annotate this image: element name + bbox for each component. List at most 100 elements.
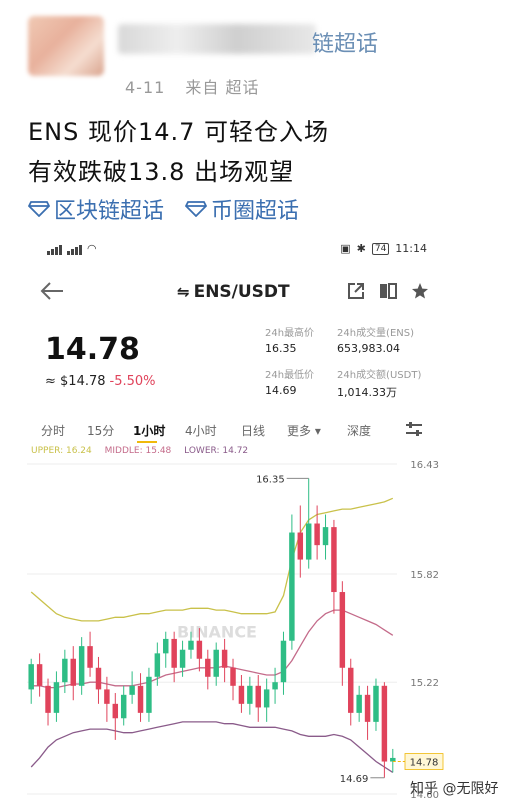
stat-volume-ens-value: 653,983.04 (337, 342, 400, 355)
chart-watermark: BINANCE (177, 623, 257, 642)
candle-body (62, 658, 68, 683)
exchange-screenshot: ◠ ▣ ✱ 74 11:14 ⇋ ENS/USDT 14.78 ≈ $14.78-… (27, 232, 445, 808)
tab-more-label: 更多 (287, 424, 312, 438)
candle-body (78, 646, 85, 686)
candle-body (196, 640, 203, 659)
candle-body (163, 638, 169, 654)
min-price-label: 14.69 (340, 774, 369, 785)
candle-body (263, 689, 270, 708)
candle-body (129, 685, 135, 695)
max-price-label: 16.35 (256, 474, 285, 485)
candle-body (205, 658, 211, 677)
bollinger-lower-line (30, 721, 394, 773)
stat-high-value: 16.35 (265, 342, 297, 355)
candle-body (104, 689, 110, 704)
diamond-icon (28, 201, 50, 217)
candle-body (381, 685, 388, 762)
nav-bar: ⇋ ENS/USDT (27, 276, 445, 310)
tab-1h[interactable]: 1小时 (133, 422, 165, 439)
candle-body (28, 664, 34, 690)
username-tail[interactable]: 链超话 (312, 26, 378, 58)
signal-icon (47, 242, 63, 255)
tab-more[interactable]: 更多 ▾ (287, 422, 321, 439)
interval-tabs: 分时 15分 1小时 4小时 日线 更多 ▾ 深度 (27, 418, 445, 444)
tab-daily[interactable]: 日线 (241, 422, 265, 439)
tab-active-indicator (137, 441, 157, 443)
topic-link-crypto[interactable]: 币圈超话 (185, 193, 299, 225)
candle-body (137, 685, 144, 713)
post-meta: 4-11 来自 超话 (125, 74, 260, 98)
candle-body (45, 685, 51, 713)
candle-body (364, 694, 371, 722)
bluetooth-icon: ✱ (356, 242, 366, 255)
split-view-icon[interactable] (379, 282, 397, 300)
candle-body (36, 664, 43, 686)
tab-depth[interactable]: 深度 (347, 422, 371, 439)
stat-low-value: 14.69 (265, 384, 297, 397)
nav-actions (347, 282, 429, 300)
stat-low: 24h最低价 14.69 (265, 366, 345, 397)
tab-15m[interactable]: 15分 (87, 422, 114, 439)
candle-body (373, 685, 379, 722)
topic-link-blockchain[interactable]: 区块链超话 (28, 193, 164, 225)
stat-low-label: 24h最低价 (265, 370, 315, 381)
pair-title[interactable]: ⇋ ENS/USDT (177, 282, 290, 302)
signal-indicators: ◠ (47, 242, 97, 255)
zhihu-watermark: 知乎 @无限好 (410, 781, 499, 797)
star-icon[interactable] (411, 282, 429, 300)
fiat-price: ≈ $14.78 -5.50% (45, 374, 156, 389)
post-text-line1: ENS 现价14.7 可轻仓入场 (28, 118, 330, 146)
y-tick-label: 16.43 (410, 460, 439, 471)
candle-body (146, 676, 152, 713)
fiat-value: ≈ $14.78 (45, 374, 106, 389)
caret-down-icon: ▾ (311, 424, 321, 438)
stat-volume-ens-label: 24h成交量(ENS) (337, 328, 415, 339)
last-price-label: 14.78 (410, 758, 439, 769)
status-right: ▣ ✱ 74 11:14 (340, 242, 427, 255)
tab-time[interactable]: 分时 (41, 422, 65, 439)
candle-body (95, 667, 102, 690)
candle-body (280, 640, 287, 683)
candle-body (213, 649, 219, 677)
candle-body (339, 592, 346, 668)
last-price: 14.78 (45, 332, 140, 367)
post-source[interactable]: 来自 超话 (185, 78, 259, 97)
stat-volume-usdt-label: 24h成交额(USDT) (337, 370, 422, 381)
y-tick-label: 15.82 (410, 570, 439, 581)
tab-4h[interactable]: 4小时 (185, 422, 217, 439)
candle-body (70, 658, 76, 686)
nfc-icon: ▣ (340, 242, 351, 255)
price-change: -5.50% (109, 374, 156, 389)
pair-label: ENS/USDT (193, 282, 290, 302)
username-blurred[interactable] (118, 24, 316, 54)
avatar[interactable] (28, 16, 104, 76)
candle-body (247, 685, 253, 704)
candle-body (230, 667, 236, 686)
candlestick-chart[interactable]: 16.4315.8215.2214.60BINANCE16.3514.6914.… (27, 454, 445, 804)
settings-sliders-icon[interactable] (405, 421, 423, 437)
diamond-icon (185, 201, 208, 217)
candle-body (289, 532, 295, 641)
wifi-icon: ◠ (87, 242, 97, 255)
battery-icon: 74 (371, 242, 390, 255)
y-tick-label: 15.22 (410, 678, 439, 689)
candle-body (154, 653, 161, 677)
share-icon[interactable] (347, 282, 365, 300)
candle-body (112, 703, 119, 719)
candle-body (297, 532, 304, 560)
back-arrow-icon[interactable] (39, 280, 65, 302)
stat-volume-ens: 24h成交量(ENS) 653,983.04 (337, 324, 445, 355)
candle-body (188, 640, 194, 650)
candle-body (356, 694, 362, 713)
topic-label-blockchain: 区块链超话 (54, 199, 165, 224)
post-text-line2: 有效跌破13.8 出场观望 (28, 158, 295, 186)
candle-body (171, 638, 177, 668)
bollinger-upper-line (30, 497, 394, 622)
topic-links: 区块链超话 币圈超话 (28, 193, 313, 225)
candle-body (272, 682, 278, 690)
topic-label-crypto: 币圈超话 (211, 199, 300, 224)
candle-body (255, 685, 261, 708)
clock: 11:14 (395, 242, 427, 255)
candle-body (348, 667, 354, 713)
candle-body (322, 527, 329, 546)
